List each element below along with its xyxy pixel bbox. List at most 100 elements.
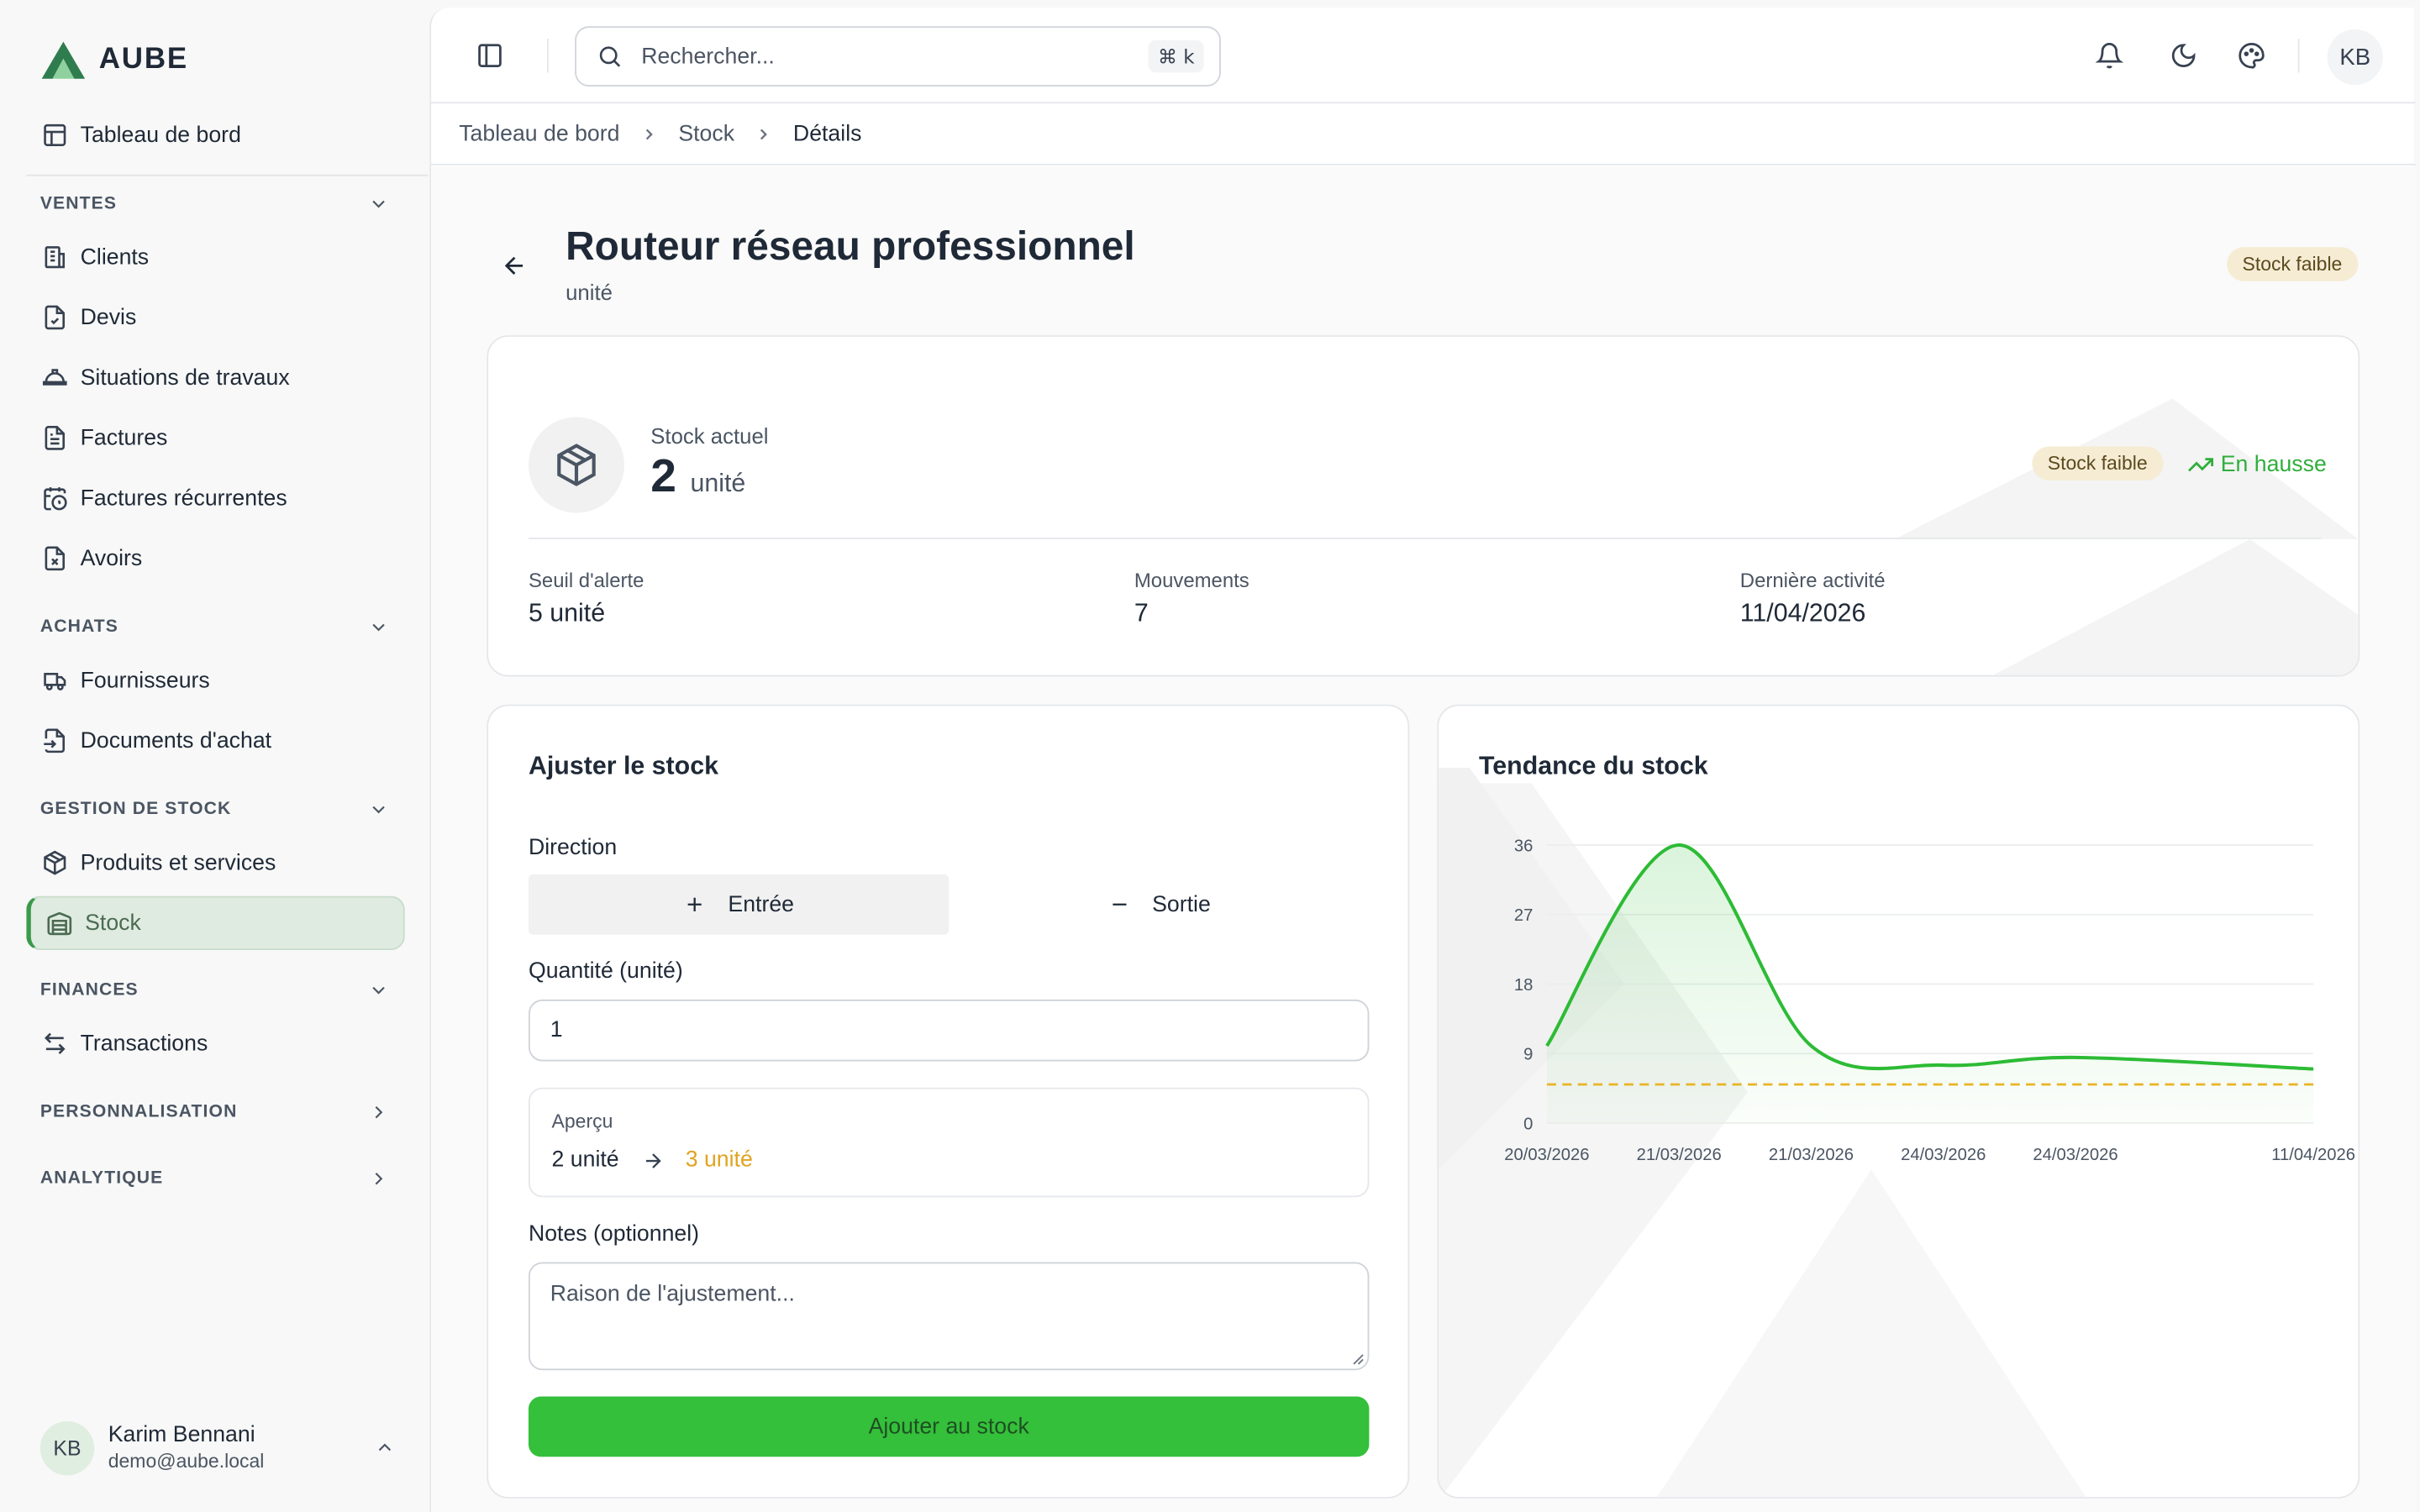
breadcrumb-item[interactable]: Stock (678, 121, 734, 145)
page-content: Routeur réseau professionnel unité Stock… (431, 166, 2416, 1512)
sidebar-item-devis[interactable]: Devis (26, 291, 405, 344)
arrow-right-icon (645, 1152, 660, 1168)
breadcrumb-current: Détails (792, 121, 862, 146)
preview-box: Aperçu 2 unité 3 unité (528, 1087, 1370, 1198)
preview-to: 3 unité (685, 1147, 753, 1173)
trend-indicator: En hausse (2186, 451, 2327, 479)
chart-x-tick-label: 21/03/2026 (1769, 1146, 1854, 1164)
stock-trend-chart: 0 9 18 27 36 20/03/2026 21/03/2026 21/03/2026 24… (1504, 837, 2355, 1164)
sidebar-item-fournisseurs[interactable]: Fournisseurs (26, 654, 405, 707)
chart-y-tick-label: 9 (1523, 1046, 1533, 1064)
stock-trend-card: Tendance du stock 0 9 18 27 36 20/03/2026 21/0… (1437, 704, 2360, 1499)
chevron-right-icon (645, 128, 653, 139)
stat-threshold: Seuil d'alerte 5 unité (529, 569, 644, 629)
arrow-left-right-icon (40, 1030, 68, 1058)
add-to-stock-button[interactable]: Ajouter au stock (528, 1396, 1370, 1457)
stat-label: Seuil d'alerte (528, 568, 644, 592)
user-name: Karim Bennani (108, 1422, 255, 1448)
sidebar-item-factures[interactable]: Factures (26, 411, 405, 465)
section-title: PERSONNALISATION (39, 1103, 238, 1122)
topbar: Rechercher... ⌘ k KB (431, 8, 2416, 104)
sidebar-item-label: Tableau de bord (80, 123, 241, 148)
sidebar-toggle-button[interactable] (466, 33, 513, 79)
direction-in-option[interactable]: Entrée (528, 874, 950, 935)
section-analytique[interactable]: ANALYTIQUE (40, 1163, 390, 1194)
user-email: demo@aube.local (108, 1450, 265, 1473)
preview-label: Aperçu (551, 1110, 613, 1133)
section-personnalisation[interactable]: PERSONNALISATION (40, 1097, 390, 1128)
moon-icon (2171, 44, 2196, 67)
sidebar-item-documents-achat[interactable]: Documents d'achat (26, 714, 405, 768)
direction-toggle: Entrée Sortie (528, 874, 1369, 935)
brand-name: AUBE (98, 43, 189, 76)
sidebar-item-clients[interactable]: Clients (26, 230, 405, 284)
file-check-icon (40, 303, 68, 331)
brand-logo[interactable]: AUBE (40, 40, 188, 81)
main-panel: Rechercher... ⌘ k KB Tableau de bord Sto… (429, 8, 2416, 1512)
chart-x-tick-label: 21/03/2026 (1637, 1146, 1722, 1164)
stat-value: 7 (1134, 599, 1149, 627)
chart-y-tick-label: 27 (1514, 906, 1534, 925)
sidebar-item-avoirs[interactable]: Avoirs (26, 532, 405, 585)
theme-button[interactable] (2228, 33, 2275, 79)
section-ventes[interactable]: VENTES (40, 188, 390, 219)
sidebar-item-factures-recurrentes[interactable]: Factures récurrentes (26, 471, 405, 525)
back-button[interactable] (493, 244, 536, 287)
stat-label: Dernière activité (1739, 568, 1886, 592)
resize-grip-icon[interactable] (1350, 1352, 1365, 1366)
sidebar-item-produits[interactable]: Produits et services (26, 836, 405, 890)
warehouse-icon (45, 909, 72, 937)
chart-y-tick-label: 0 (1523, 1115, 1533, 1133)
sidebar-item-label: Produits et services (80, 850, 276, 875)
bell-icon (2095, 43, 2123, 69)
sidebar-item-dashboard[interactable]: Tableau de bord (26, 108, 405, 162)
chart-x-tick-label: 24/03/2026 (1901, 1146, 1986, 1164)
notes-label: Notes (optionnel) (528, 1221, 700, 1247)
truck-icon (40, 667, 68, 695)
avatar: KB (39, 1420, 95, 1475)
dark-mode-button[interactable] (2160, 33, 2207, 79)
quantity-label: Quantité (unité) (528, 959, 683, 984)
quantity-input[interactable]: 1 (528, 999, 1370, 1062)
chevron-right-icon (375, 1105, 383, 1119)
sidebar-item-situations[interactable]: Situations de travaux (26, 350, 405, 404)
stock-status-badge: Stock faible (2032, 446, 2164, 480)
direction-out-option[interactable]: Sortie (949, 874, 1369, 935)
section-gestion-stock[interactable]: GESTION DE STOCK (40, 794, 390, 825)
minus-icon (1112, 903, 1126, 906)
sidebar: AUBE Tableau de bord VENTES Clients Devi… (0, 0, 430, 1512)
trending-up-icon (2188, 458, 2214, 472)
plus-icon (687, 897, 702, 911)
file-text-icon (40, 424, 68, 452)
section-title: ACHATS (39, 617, 119, 637)
sidebar-item-label: Stock (85, 911, 141, 936)
section-achats[interactable]: ACHATS (40, 612, 390, 643)
search-shortcut: ⌘ k (1148, 39, 1204, 73)
card-divider (528, 537, 2322, 539)
sidebar-item-stock[interactable]: Stock (26, 895, 405, 951)
user-menu[interactable]: KB Karim Bennani demo@aube.local (39, 1418, 396, 1477)
section-title: ANALYTIQUE (39, 1169, 164, 1189)
palette-icon (2238, 43, 2265, 69)
search-input[interactable]: Rechercher... ⌘ k (575, 26, 1221, 87)
stock-current-value: 2 (650, 451, 676, 502)
stat-value: 11/04/2026 (1739, 599, 1866, 627)
option-label: Entrée (728, 892, 795, 917)
notes-textarea[interactable]: Raison de l'ajustement... (528, 1262, 1370, 1371)
section-finances[interactable]: FINANCES (40, 974, 390, 1005)
package-icon (40, 849, 68, 877)
chart-y-tick-label: 18 (1514, 976, 1534, 995)
stat-last-activity: Dernière activité 11/04/2026 (1740, 569, 1886, 629)
chevron-right-icon (760, 128, 768, 139)
hard-hat-icon (40, 364, 68, 391)
avatar[interactable]: KB (2327, 29, 2383, 86)
breadcrumb-item[interactable]: Tableau de bord (459, 121, 619, 145)
sidebar-item-transactions[interactable]: Transactions (26, 1016, 405, 1070)
adjust-stock-card: Ajuster le stock Direction Entrée Sortie… (487, 704, 1410, 1499)
notifications-button[interactable] (2086, 33, 2133, 79)
page-subtitle: unité (566, 279, 613, 305)
chart-x-tick-label: 20/03/2026 (1504, 1146, 1589, 1164)
stat-movements: Mouvements 7 (1134, 569, 1249, 629)
sidebar-item-label: Documents d'achat (80, 728, 272, 753)
sidebar-item-label: Situations de travaux (80, 365, 290, 391)
